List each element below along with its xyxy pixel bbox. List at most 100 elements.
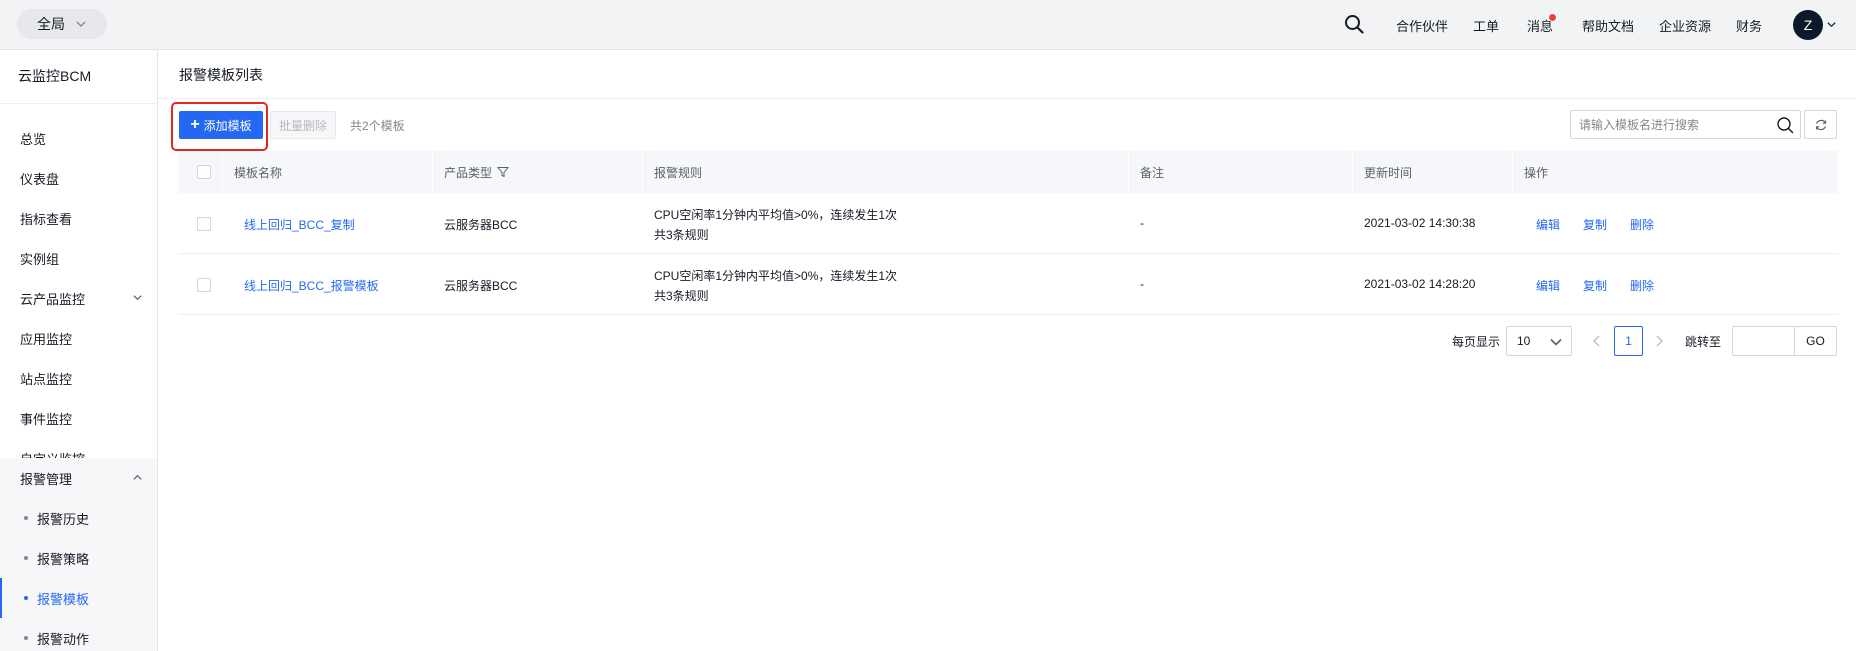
bullet-icon [24, 596, 28, 600]
nav-enterprise-resources[interactable]: 企业资源 [1659, 16, 1711, 35]
copy-link[interactable]: 复制 [1583, 277, 1607, 294]
chevron-right-icon[interactable] [1651, 333, 1667, 349]
batch-delete-button[interactable]: 批量删除 [270, 111, 336, 139]
sidebar-sub-alarm-history[interactable]: 报警历史 [0, 498, 157, 538]
sidebar-item-overview[interactable]: 总览 [0, 118, 157, 158]
per-page-select[interactable]: 10 [1506, 326, 1572, 356]
nav-finance[interactable]: 财务 [1736, 16, 1762, 35]
column-separator [1352, 151, 1353, 193]
divider [158, 98, 1856, 99]
delete-link[interactable]: 删除 [1630, 277, 1654, 294]
sidebar: 云监控BCM 总览 仪表盘 指标查看 实例组 云产品监控 应用监控 站点监控 事… [0, 50, 158, 651]
bullet-icon [24, 636, 28, 640]
rule-count-cell: 共3条规则 [654, 228, 709, 242]
chevron-down-icon [133, 295, 142, 301]
header-label: 产品类型 [444, 165, 493, 180]
sidebar-title: 云监控BCM [18, 68, 92, 84]
avatar[interactable]: Z [1793, 10, 1823, 40]
header-product-type: 产品类型 [444, 151, 510, 193]
top-bar: 全局 合作伙伴 工单 消息 帮助文档 企业资源 财务 Z [0, 0, 1856, 50]
nav-partner[interactable]: 合作伙伴 [1396, 16, 1448, 35]
chevron-down-icon [76, 21, 86, 27]
page-title: 报警模板列表 [179, 67, 263, 83]
go-button[interactable]: GO [1794, 326, 1837, 356]
region-label: 全局 [37, 16, 65, 32]
template-name-link[interactable]: 线上回归_BCC_复制 [244, 216, 355, 233]
sidebar-item-app-monitor[interactable]: 应用监控 [0, 318, 157, 358]
search-icon[interactable] [1343, 13, 1365, 35]
nav-ticket[interactable]: 工单 [1473, 16, 1499, 35]
table-row: 线上回归_BCC_复制 云服务器BCC CPU空闲率1分钟内平均值>0%，连续发… [178, 193, 1838, 254]
delete-link[interactable]: 删除 [1630, 216, 1654, 233]
column-separator [642, 151, 643, 193]
select-all-checkbox[interactable] [197, 165, 211, 179]
per-page-value: 10 [1517, 334, 1531, 348]
page-button-current[interactable]: 1 [1614, 326, 1643, 356]
sidebar-item-site-monitor[interactable]: 站点监控 [0, 358, 157, 398]
header-remark: 备注 [1140, 165, 1165, 180]
nav-help-docs[interactable]: 帮助文档 [1582, 16, 1634, 35]
sidebar-item-label: 报警历史 [37, 511, 90, 527]
remark-cell: - [1140, 216, 1144, 230]
sidebar-item-event-monitor[interactable]: 事件监控 [0, 398, 157, 438]
region-selector[interactable]: 全局 [17, 9, 107, 39]
search-input[interactable] [1571, 111, 1761, 138]
sidebar-item-instance-group[interactable]: 实例组 [0, 238, 157, 278]
chevron-left-icon[interactable] [1589, 333, 1605, 349]
sidebar-item-label: 报警管理 [20, 471, 73, 487]
row-checkbox[interactable] [197, 217, 211, 231]
jump-page-field [1732, 326, 1794, 356]
table-header: 模板名称 产品类型 报警规则 备注 更新时间 操作 [178, 151, 1838, 193]
sidebar-item-label: 云产品监控 [20, 291, 86, 307]
alarm-rule-cell: CPU空闲率1分钟内平均值>0%，连续发生1次 [654, 208, 898, 222]
chevron-down-icon[interactable] [1826, 19, 1837, 30]
header-template-name: 模板名称 [234, 165, 283, 180]
column-separator [432, 151, 433, 193]
notification-dot [1548, 13, 1557, 22]
header-alarm-rule: 报警规则 [654, 165, 703, 180]
sidebar-sub-alarm-policy[interactable]: 报警策略 [0, 538, 157, 578]
sidebar-sub-alarm-action[interactable]: 报警动作 [0, 618, 157, 651]
sidebar-item-alarm-management[interactable]: 报警管理 [0, 458, 157, 498]
sidebar-sub-alarm-template[interactable]: 报警模板 [0, 578, 157, 618]
copy-link[interactable]: 复制 [1583, 216, 1607, 233]
template-name-link[interactable]: 线上回归_BCC_报警模板 [244, 277, 379, 294]
product-type-cell: 云服务器BCC [444, 218, 518, 232]
refresh-icon [1815, 119, 1826, 130]
sidebar-item-cloud-product[interactable]: 云产品监控 [0, 278, 157, 318]
sidebar-item-dashboard[interactable]: 仪表盘 [0, 158, 157, 198]
alarm-rule-cell: CPU空闲率1分钟内平均值>0%，连续发生1次 [654, 269, 898, 283]
sidebar-item-label: 报警动作 [37, 631, 90, 647]
divider [0, 103, 157, 104]
sidebar-item-label: 报警模板 [37, 591, 90, 607]
per-page-label: 每页显示 [1452, 335, 1501, 349]
updated-time-cell: 2021-03-02 14:30:38 [1364, 216, 1476, 230]
table-row: 线上回归_BCC_报警模板 云服务器BCC CPU空闲率1分钟内平均值>0%，连… [178, 254, 1838, 315]
header-actions: 操作 [1524, 165, 1549, 180]
search-icon[interactable] [1776, 116, 1794, 134]
remark-cell: - [1140, 277, 1144, 291]
template-count: 共2个模板 [350, 119, 405, 133]
jump-page-input[interactable] [1733, 327, 1794, 355]
column-separator [1512, 151, 1513, 193]
row-checkbox[interactable] [197, 278, 211, 292]
sidebar-item-label: 报警策略 [37, 551, 90, 567]
header-updated-time: 更新时间 [1364, 165, 1413, 180]
active-indicator [0, 578, 2, 618]
bullet-icon [24, 516, 28, 520]
refresh-button[interactable] [1804, 110, 1837, 139]
edit-link[interactable]: 编辑 [1536, 216, 1560, 233]
rule-count-cell: 共3条规则 [654, 289, 709, 303]
search-box [1570, 110, 1801, 139]
edit-link[interactable]: 编辑 [1536, 277, 1560, 294]
highlight-box [171, 102, 268, 151]
sidebar-item-metrics[interactable]: 指标查看 [0, 198, 157, 238]
product-type-cell: 云服务器BCC [444, 279, 518, 293]
filter-icon[interactable] [497, 166, 510, 178]
chevron-up-icon [133, 474, 142, 480]
column-separator [1128, 151, 1129, 193]
updated-time-cell: 2021-03-02 14:28:20 [1364, 277, 1476, 291]
column-separator [222, 151, 223, 193]
chevron-down-icon [1550, 338, 1562, 346]
jump-to-label: 跳转至 [1685, 335, 1722, 349]
